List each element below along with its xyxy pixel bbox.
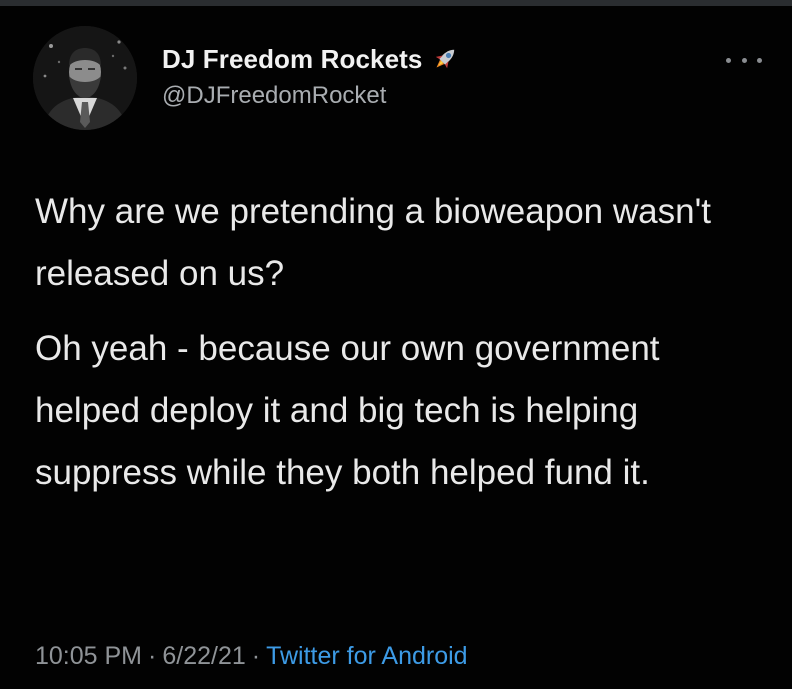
more-options-icon (726, 57, 731, 63)
display-name[interactable]: DJ Freedom Rockets (162, 44, 422, 75)
tweet-source-link[interactable]: Twitter for Android (266, 642, 467, 670)
more-options-icon-dot (757, 57, 762, 63)
more-options-button[interactable] (726, 50, 762, 70)
tweet-time[interactable]: 10:05 PM (35, 642, 142, 670)
tweet-paragraph: Why are we pretending a bioweapon wasn't… (35, 192, 711, 293)
tweet-text: Why are we pretending a bioweapon wasn't… (35, 181, 770, 504)
profile-photo-icon (33, 26, 137, 130)
more-options-icon-dot (741, 57, 747, 63)
tweet-date[interactable]: 6/22/21 (162, 642, 245, 670)
meta-separator: · (251, 642, 261, 670)
author-name-row[interactable]: DJ Freedom Rockets (162, 42, 460, 76)
user-handle[interactable]: @DJFreedomRocket (162, 82, 386, 110)
meta-separator: · (148, 642, 157, 670)
tweet-metadata: 10:05 PM · 6/22/21 · Twitter for Android (35, 642, 468, 671)
rocket-icon (430, 44, 460, 74)
tweet-paragraph: Oh yeah - because our own government hel… (35, 329, 660, 492)
tweet-card: DJ Freedom Rockets @DJFreedomRocket Why … (0, 6, 792, 689)
avatar[interactable] (33, 26, 137, 130)
